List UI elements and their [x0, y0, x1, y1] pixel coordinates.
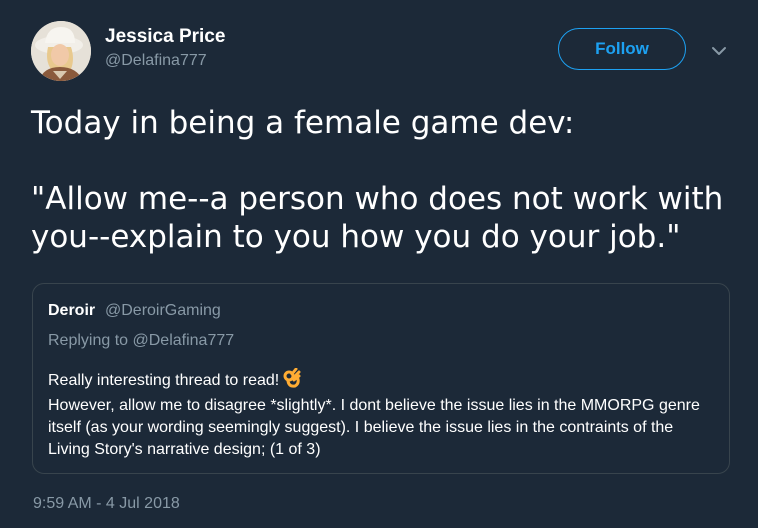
author-avatar[interactable]: [31, 21, 91, 81]
ok-hand-icon: [283, 367, 301, 395]
chevron-down-icon: [712, 47, 726, 55]
tweet-text: Today in being a female game dev: "Allow…: [31, 105, 724, 255]
tweet-menu-button[interactable]: [708, 40, 730, 62]
quoted-author-handle: @DeroirGaming: [105, 302, 221, 319]
author-handle[interactable]: @Delafina777: [105, 52, 207, 70]
author-name[interactable]: Jessica Price: [105, 26, 225, 48]
follow-button[interactable]: Follow: [558, 28, 686, 70]
quoted-author-name: Deroir: [48, 302, 96, 319]
quoted-tweet-body: However, allow me to disagree *slightly*…: [48, 397, 700, 458]
quoted-tweet-line1: Really interesting thread to read!: [48, 372, 280, 389]
tweet-timestamp[interactable]: 9:59 AM - 4 Jul 2018: [33, 495, 180, 513]
replying-to-text: Replying to @Delafina777: [48, 332, 235, 349]
quoted-tweet-card[interactable]: Deroir @DeroirGaming Replying to @Delafi…: [32, 283, 730, 474]
portrait-avatar-icon: [31, 21, 91, 81]
quoted-tweet-text: Really interesting thread to read! Howev…: [48, 367, 718, 461]
